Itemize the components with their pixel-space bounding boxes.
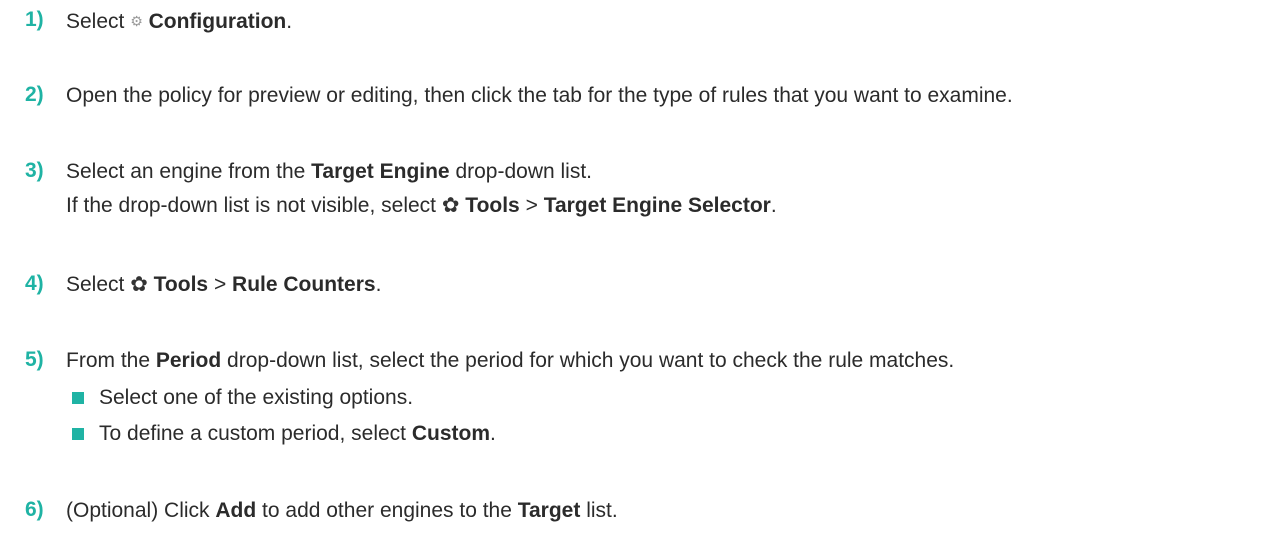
step-number: 6) <box>25 498 44 521</box>
step-text: (Optional) Click Add to add other engine… <box>66 499 618 522</box>
step-number: 3) <box>25 159 44 182</box>
ui-term-add: Add <box>215 499 257 522</box>
bullet-square-icon <box>72 392 84 404</box>
ui-term-tools: Tools <box>153 273 209 296</box>
ui-term-target-engine: Target Engine <box>311 160 450 183</box>
bullet-item: Select one of the existing options. <box>99 386 414 409</box>
ui-term-tools: Tools <box>465 194 520 217</box>
gear-icon: ✿ <box>130 273 148 296</box>
ui-term-target: Target <box>517 499 581 522</box>
ui-term-target-engine-selector: Target Engine Selector <box>543 194 771 217</box>
ui-term-period: Period <box>155 349 222 372</box>
ui-term-configuration: Configuration <box>148 10 287 33</box>
step-text: Open the policy for preview or editing, … <box>66 84 1013 107</box>
bullet-square-icon <box>72 428 84 440</box>
ui-term-rule-counters: Rule Counters <box>232 273 376 296</box>
bullet-item: To define a custom period, select Custom… <box>99 422 496 445</box>
step-number: 5) <box>25 348 44 371</box>
step-text: From the Period drop-down list, select t… <box>66 349 955 372</box>
gear-icon: ✿ <box>441 194 460 217</box>
ui-term-custom: Custom <box>411 422 491 445</box>
step-text: Select ✿ Tools > Rule Counters. <box>66 273 382 296</box>
step-number: 1) <box>25 8 44 31</box>
step-text: Select ⚙ Configuration. <box>66 10 293 33</box>
step-number: 4) <box>25 272 44 295</box>
step-number: 2) <box>25 83 44 106</box>
step-text-line2: If the drop-down list is not visible, se… <box>66 194 777 217</box>
step-text: Select an engine from the Target Engine … <box>66 160 593 183</box>
gears-icon: ⚙ <box>130 13 143 29</box>
